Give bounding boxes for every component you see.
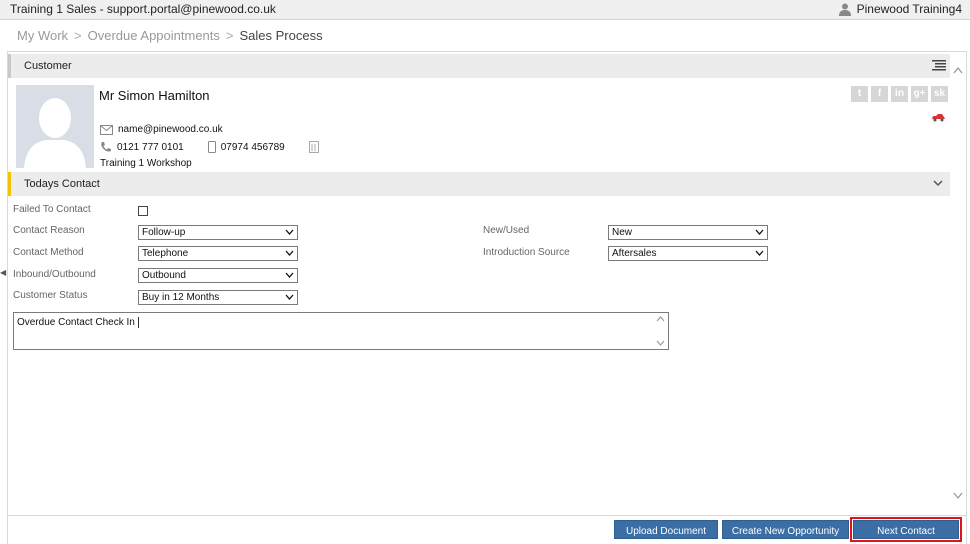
breadcrumb-overdue-appointments[interactable]: Overdue Appointments: [88, 28, 220, 43]
footer-divider: [8, 515, 966, 516]
chevron-down-icon[interactable]: [953, 492, 963, 500]
next-contact-button[interactable]: Next Contact: [850, 517, 962, 542]
customer-status-value: Buy in 12 Months: [142, 292, 220, 303]
contact-method-value: Telephone: [142, 248, 189, 259]
chevron-down-icon[interactable]: [933, 180, 943, 187]
car-icon[interactable]: [931, 113, 946, 122]
breadcrumb: My Work > Overdue Appointments > Sales P…: [17, 28, 323, 43]
chevron-down-icon: [285, 250, 294, 256]
envelope-icon: [100, 124, 113, 135]
mobile-icon: [207, 141, 216, 153]
page-scrollbar[interactable]: [951, 60, 965, 506]
contact-reason-label: Contact Reason: [13, 225, 85, 236]
social-links: t f in g+ sk: [851, 86, 948, 102]
introduction-source-label: Introduction Source: [483, 247, 570, 258]
breadcrumb-separator: >: [225, 28, 234, 43]
contact-notes-value: Overdue Contact Check In: [17, 317, 135, 328]
todays-contact-section-header[interactable]: Todays Contact: [8, 172, 950, 196]
chevron-down-icon: [755, 229, 764, 235]
contact-notes-textarea[interactable]: Overdue Contact Check In: [13, 312, 669, 350]
customer-workshop: Training 1 Workshop: [100, 158, 192, 169]
chevron-down-icon: [285, 229, 294, 235]
workshop-line: Training 1 Workshop: [100, 158, 192, 169]
customer-mobile[interactable]: 07974 456789: [221, 142, 285, 153]
inbound-outbound-select[interactable]: Outbound: [138, 268, 298, 283]
contact-method-label: Contact Method: [13, 247, 84, 258]
failed-to-contact-label: Failed To Contact: [13, 204, 91, 215]
customer-name: Mr Simon Hamilton: [99, 88, 210, 103]
chevron-down-icon: [755, 250, 764, 256]
failed-to-contact-checkbox[interactable]: [138, 206, 148, 216]
contact-reason-value: Follow-up: [142, 227, 186, 238]
customer-phone[interactable]: 0121 777 0101: [117, 142, 184, 153]
customer-status-label: Customer Status: [13, 290, 88, 301]
facebook-icon[interactable]: f: [871, 86, 888, 102]
contact-method-select[interactable]: Telephone: [138, 246, 298, 261]
introduction-source-select[interactable]: Aftersales: [608, 246, 768, 261]
new-used-select[interactable]: New: [608, 225, 768, 240]
email-line: name@pinewood.co.uk: [100, 124, 223, 135]
introduction-source-value: Aftersales: [612, 248, 657, 259]
user-name: Pinewood Training4: [856, 2, 962, 16]
phone-line: 0121 777 0101 07974 456789: [100, 141, 319, 153]
window-title: Training 1 Sales - support.portal@pinewo…: [10, 2, 276, 16]
new-used-label: New/Used: [483, 225, 530, 236]
create-new-opportunity-button[interactable]: Create New Opportunity: [722, 520, 849, 539]
inbound-outbound-value: Outbound: [142, 270, 186, 281]
inbound-outbound-label: Inbound/Outbound: [13, 269, 96, 280]
new-used-value: New: [612, 227, 633, 238]
linkedin-icon[interactable]: in: [891, 86, 908, 102]
window-titlebar: Training 1 Sales - support.portal@pinewo…: [0, 0, 970, 20]
phone-icon: [101, 142, 111, 152]
breadcrumb-current: Sales Process: [239, 28, 323, 43]
collapse-left-icon[interactable]: ◀: [0, 268, 6, 277]
notes-scrollbar[interactable]: [656, 315, 665, 347]
twitter-icon[interactable]: t: [851, 86, 868, 102]
user-menu[interactable]: Pinewood Training4: [838, 0, 962, 19]
customer-email[interactable]: name@pinewood.co.uk: [118, 124, 223, 135]
chevron-up-icon[interactable]: [656, 315, 665, 322]
chevron-up-icon[interactable]: [953, 66, 963, 74]
chevron-down-icon[interactable]: [656, 340, 665, 347]
contact-reason-select[interactable]: Follow-up: [138, 225, 298, 240]
skype-icon[interactable]: sk: [931, 86, 948, 102]
avatar: [16, 85, 94, 168]
text-cursor: [137, 317, 139, 328]
todays-contact-title: Todays Contact: [24, 178, 100, 190]
chevron-down-icon: [285, 294, 294, 300]
breadcrumb-separator: >: [74, 28, 82, 43]
user-icon: [838, 3, 851, 16]
customer-section-title: Customer: [24, 60, 72, 72]
fax-icon: [308, 141, 319, 153]
breadcrumb-my-work[interactable]: My Work: [17, 28, 68, 43]
customer-status-select[interactable]: Buy in 12 Months: [138, 290, 298, 305]
person-silhouette-icon: [24, 98, 86, 168]
customer-section-header[interactable]: Customer: [8, 54, 950, 78]
list-menu-icon[interactable]: [932, 60, 946, 72]
upload-document-button[interactable]: Upload Document: [614, 520, 718, 539]
chevron-down-icon: [285, 272, 294, 278]
google-plus-icon[interactable]: g+: [911, 86, 928, 102]
